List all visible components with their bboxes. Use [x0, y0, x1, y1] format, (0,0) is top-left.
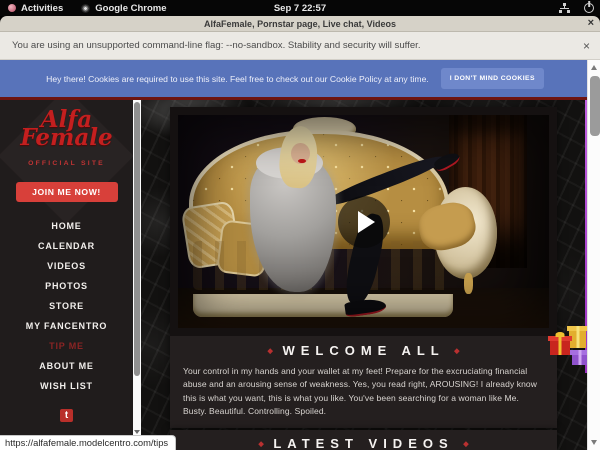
sidebar-nav: HOME CALENDAR VIDEOS PHOTOS STORE MY FAN… — [0, 216, 133, 396]
heading-bullet: ◆ — [463, 441, 468, 448]
gift-icon — [572, 350, 587, 365]
gift-icon — [550, 336, 570, 355]
infobar-message: You are using an unsupported command-lin… — [12, 40, 421, 51]
gifts-widget[interactable] — [550, 326, 588, 374]
activities-label: Activities — [21, 3, 63, 14]
page-scrollbar[interactable] — [587, 60, 600, 450]
window-titlebar: AlfaFemale, Pornstar page, Live chat, Vi… — [0, 16, 600, 32]
join-me-now-button[interactable]: JOIN ME NOW! — [16, 182, 118, 202]
site: Alfa Female OFFICIAL SITE JOIN ME NOW! H… — [0, 97, 600, 450]
sidebar-item-my-fancentro[interactable]: MY FANCENTRO — [0, 316, 133, 336]
sidebar-item-videos[interactable]: VIDEOS — [0, 256, 133, 276]
twitter-icon[interactable]: t — [60, 409, 73, 422]
sidebar-item-tip-me[interactable]: TIP ME — [0, 336, 133, 356]
window-title: AlfaFemale, Pornstar page, Live chat, Vi… — [204, 19, 396, 29]
activities-button[interactable]: Activities — [8, 3, 63, 14]
status-url: https://alfafemale.modelcentro.com/tips — [0, 435, 176, 450]
main-content: ◆ WELCOME ALL ◆ Your control in my hands… — [141, 100, 600, 450]
welcome-text: Your control in my hands and your wallet… — [183, 365, 544, 419]
sidebar-item-store[interactable]: STORE — [0, 296, 133, 316]
sidebar-item-about-me[interactable]: ABOUT ME — [0, 356, 133, 376]
scrollbar-up-icon[interactable] — [591, 65, 597, 70]
inner-scrollbar[interactable] — [133, 100, 141, 450]
welcome-title: WELCOME ALL — [282, 343, 444, 358]
cookie-message: Hey there! Cookies are required to use t… — [46, 74, 429, 84]
logo-line2: Female — [0, 128, 133, 148]
sidebar: Alfa Female OFFICIAL SITE JOIN ME NOW! H… — [0, 100, 133, 450]
chrome-icon — [81, 4, 90, 13]
inner-scrollbar-down-icon[interactable] — [134, 430, 140, 434]
heading-bullet: ◆ — [258, 441, 263, 448]
cookie-accept-button[interactable]: I DON'T MIND COOKIES — [441, 68, 544, 89]
sidebar-item-photos[interactable]: PHOTOS — [0, 276, 133, 296]
cookie-banner: Hey there! Cookies are required to use t… — [0, 60, 600, 97]
play-button[interactable] — [338, 196, 390, 248]
inner-scrollbar-thumb[interactable] — [134, 102, 140, 376]
latest-videos-title: LATEST VIDEOS — [273, 436, 453, 450]
window-close-icon[interactable]: × — [588, 17, 594, 29]
sidebar-item-calendar[interactable]: CALENDAR — [0, 236, 133, 256]
chrome-label: Google Chrome — [95, 3, 166, 14]
welcome-heading: ◆ WELCOME ALL ◆ — [183, 343, 544, 358]
activities-icon — [8, 4, 16, 12]
browser-viewport: Hey there! Cookies are required to use t… — [0, 60, 600, 450]
infobar-close-icon[interactable]: × — [583, 39, 590, 53]
latest-videos-heading: ◆ LATEST VIDEOS ◆ — [170, 436, 557, 450]
chrome-app-button[interactable]: Google Chrome — [81, 3, 166, 14]
play-icon — [358, 211, 375, 233]
official-site-tagline: OFFICIAL SITE — [0, 160, 133, 167]
sidebar-item-wish-list[interactable]: WISH LIST — [0, 376, 133, 396]
heading-bullet: ◆ — [454, 348, 459, 355]
site-logo[interactable]: Alfa Female — [0, 110, 133, 148]
screen: Activities Google Chrome Sep 7 22:57 Alf… — [0, 0, 600, 450]
sandbox-infobar: You are using an unsupported command-lin… — [0, 32, 600, 60]
system-bar: Activities Google Chrome Sep 7 22:57 — [0, 0, 600, 16]
heading-bullet: ◆ — [267, 348, 272, 355]
scrollbar-thumb[interactable] — [590, 76, 600, 136]
sidebar-item-home[interactable]: HOME — [0, 216, 133, 236]
welcome-panel: ◆ WELCOME ALL ◆ Your control in my hands… — [170, 107, 557, 428]
welcome-section: ◆ WELCOME ALL ◆ Your control in my hands… — [170, 336, 557, 428]
latest-videos-panel: ◆ LATEST VIDEOS ◆ — [170, 430, 557, 450]
power-icon[interactable] — [584, 3, 594, 13]
network-icon[interactable] — [559, 3, 570, 13]
video-player — [170, 107, 557, 336]
scrollbar-down-icon[interactable] — [591, 440, 597, 445]
